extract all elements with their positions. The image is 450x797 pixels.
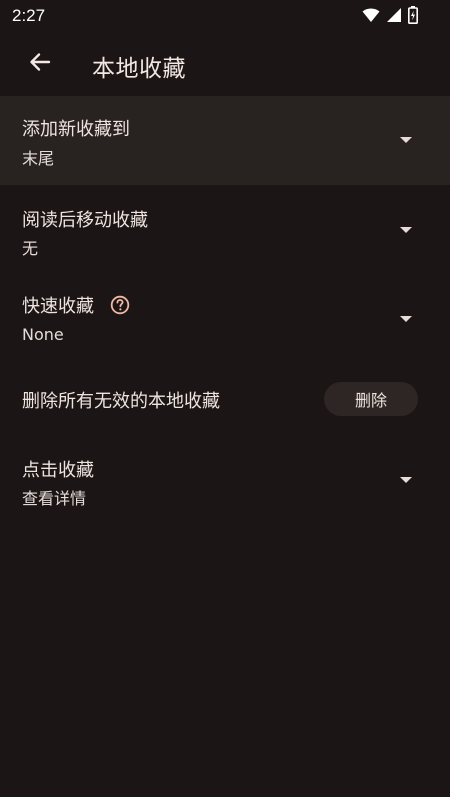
setting-title: 快速收藏 (22, 296, 94, 317)
status-icons (362, 6, 418, 24)
delete-button[interactable]: 删除 (324, 382, 418, 416)
setting-title: 删除所有无效的本地收藏 (22, 391, 220, 412)
setting-title: 阅读后移动收藏 (22, 210, 148, 231)
setting-quick-favorite[interactable]: 快速收藏 None (0, 274, 450, 364)
battery-charging-icon (408, 6, 418, 24)
back-button[interactable] (22, 46, 58, 82)
cell-signal-icon (386, 7, 402, 23)
setting-value: 无 (22, 239, 39, 258)
status-bar: 2:27 (0, 0, 450, 32)
app-bar: 本地收藏 (0, 32, 450, 96)
arrow-back-icon (29, 51, 51, 77)
setting-value: None (22, 325, 64, 344)
status-time: 2:27 (12, 6, 46, 25)
setting-value: 查看详情 (22, 489, 87, 508)
wifi-icon (362, 7, 380, 23)
dropdown-arrow-icon (400, 477, 412, 483)
setting-title: 点击收藏 (22, 460, 94, 481)
setting-title-wrap: 快速收藏 (22, 292, 130, 320)
page-title: 本地收藏 (92, 56, 186, 82)
setting-value: 末尾 (22, 149, 55, 168)
dropdown-arrow-icon (400, 316, 412, 322)
help-icon[interactable] (110, 295, 130, 320)
dropdown-arrow-icon (400, 137, 412, 143)
setting-title: 添加新收藏到 (22, 119, 130, 140)
dropdown-arrow-icon (400, 227, 412, 233)
setting-click-favorite[interactable]: 点击收藏 查看详情 (0, 435, 450, 525)
setting-move-after-read[interactable]: 阅读后移动收藏 无 (0, 185, 450, 274)
settings-list: 添加新收藏到 末尾 阅读后移动收藏 无 快速收藏 None 删除所有无效的本地收… (0, 96, 450, 525)
setting-add-new-to[interactable]: 添加新收藏到 末尾 (0, 96, 450, 185)
